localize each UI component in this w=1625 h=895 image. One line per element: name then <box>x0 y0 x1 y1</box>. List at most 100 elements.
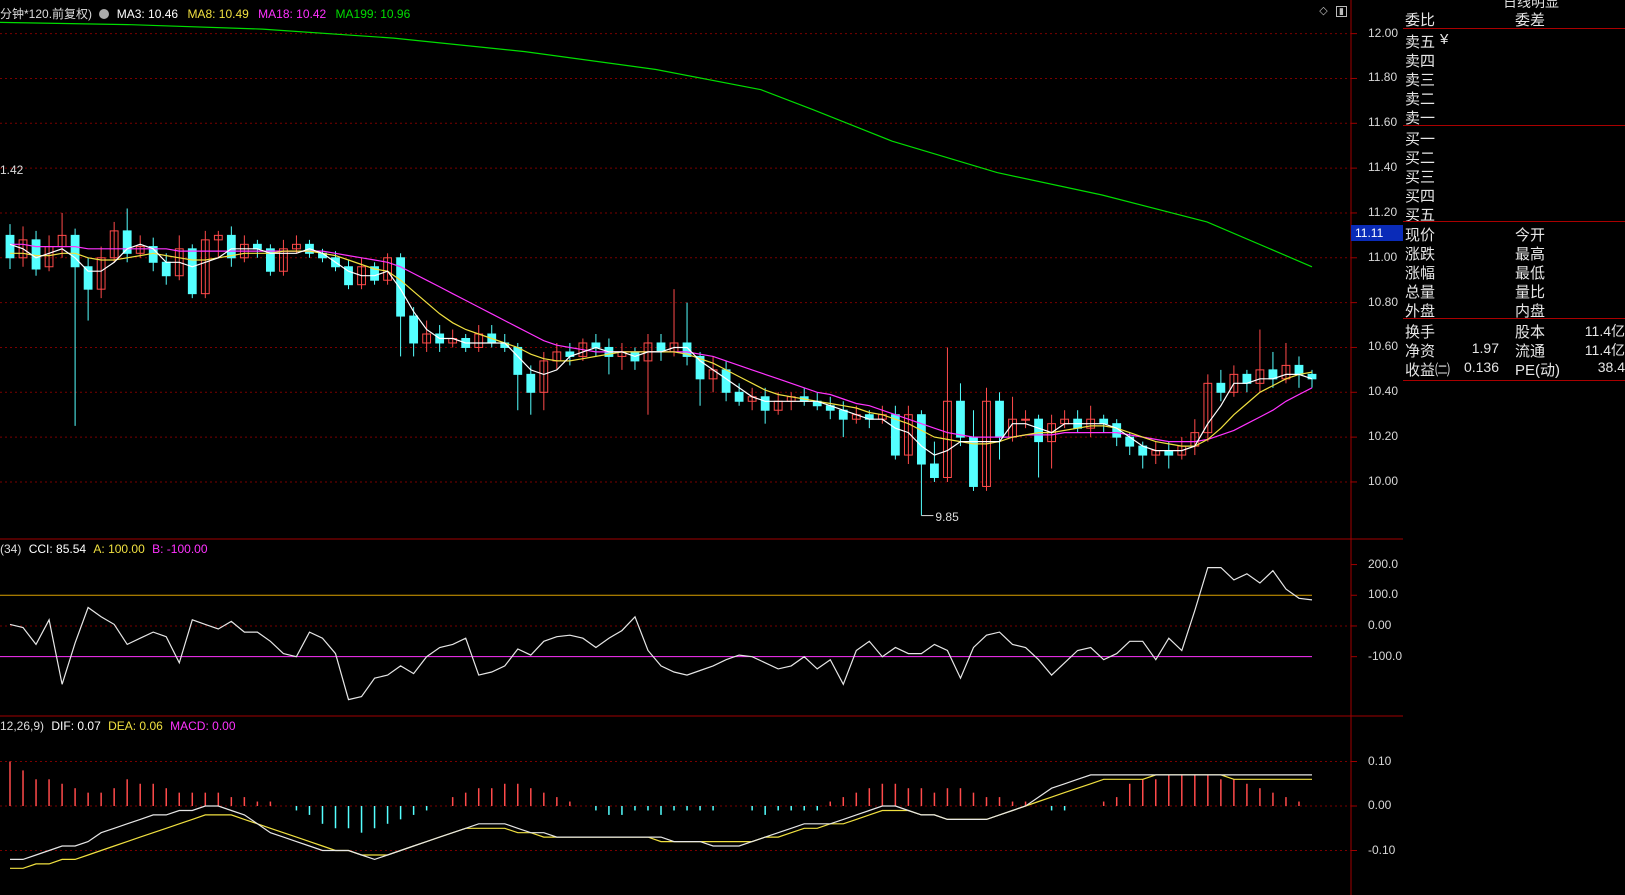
candle-body <box>1034 418 1043 443</box>
fin-label: 净资 <box>1405 343 1436 360</box>
candle-body <box>513 346 523 375</box>
high-annotation: 1.42 <box>0 163 24 177</box>
dea-line <box>10 774 1312 869</box>
buy-level-2: 买二 <box>1405 150 1436 167</box>
cci-period: (34) <box>0 542 22 556</box>
fin-value: 11.4亿 <box>1584 323 1625 339</box>
candle-body <box>526 373 536 393</box>
candle-body <box>5 234 15 259</box>
price-legend: 分钟*120.前复权) MA3: 10.46 MA8: 10.49 MA18: … <box>0 5 410 22</box>
cci-line <box>9 566 1313 701</box>
quote-label: 量比 <box>1515 284 1546 301</box>
y-tick-label: 11.40 <box>1368 160 1398 175</box>
divider <box>1403 125 1625 126</box>
y-tick-label: 0.00 <box>1368 617 1392 632</box>
ma199-line <box>0 21 1313 268</box>
candle-body <box>930 463 939 478</box>
candle-body <box>122 230 132 254</box>
settings-dot-icon[interactable] <box>99 9 110 19</box>
divider <box>1403 28 1625 29</box>
ma3-legend: MA3: 10.46 <box>116 7 179 21</box>
ma18-legend: MA18: 10.42 <box>258 7 327 21</box>
cci-legend: (34) CCI: 85.54 A: 100.00 B: -100.00 <box>0 542 208 556</box>
fin-label: 股本 <box>1515 324 1546 341</box>
fin-label: 换手 <box>1405 324 1436 341</box>
candle-body <box>226 234 236 259</box>
candle-body <box>252 243 262 250</box>
candle-body <box>31 239 41 270</box>
quote-label: 现价 <box>1405 227 1436 244</box>
y-tick-label: 11.60 <box>1368 115 1398 130</box>
fin-value: 0.136 <box>1463 359 1499 375</box>
candle-body <box>995 400 1004 438</box>
divider <box>1403 380 1625 381</box>
macd-value: MACD: 0.00 <box>170 719 236 733</box>
ma199-legend: MA199: 10.96 <box>335 7 411 21</box>
candle-body <box>969 436 978 487</box>
cci-a: A: 100.00 <box>93 542 145 556</box>
y-tick-label: 11.00 <box>1368 249 1398 264</box>
candle-body <box>1216 382 1226 393</box>
candle-body <box>83 266 93 290</box>
candle-body <box>916 414 926 465</box>
candle-body <box>161 261 171 277</box>
sell-level-2: 卖二 <box>1405 91 1436 108</box>
dif-value: DIF: 0.07 <box>51 719 101 733</box>
candle-body <box>1164 450 1174 456</box>
ma8-legend: MA8: 10.49 <box>187 7 249 21</box>
fin-value: 1.97 <box>1471 340 1499 356</box>
quote-label: 涨幅 <box>1405 265 1436 282</box>
buy-level-3: 买三 <box>1405 169 1436 186</box>
candle-body <box>70 234 80 268</box>
period-label: 分钟*120.前复权) <box>0 7 93 21</box>
candle-body <box>734 391 744 402</box>
y-tick-label: -0.10 <box>1368 842 1396 857</box>
sell-level-5: 卖五 <box>1405 34 1436 51</box>
diamond-icon[interactable]: ◇ <box>1318 6 1329 17</box>
chart-canvas[interactable] <box>0 0 1403 895</box>
candle-body <box>1099 418 1109 425</box>
y-tick-label: 0.00 <box>1368 798 1392 812</box>
fin-value: 38.4 <box>1597 359 1625 375</box>
y-tick-label: 200.0 <box>1368 556 1399 571</box>
cci-b: B: -100.00 <box>152 542 208 556</box>
candle-body <box>409 315 419 344</box>
buy-level-4: 买四 <box>1405 188 1436 205</box>
dif-line <box>10 774 1312 861</box>
divider <box>1403 318 1625 319</box>
candle-body <box>1021 418 1030 421</box>
y-tick-label: 100.0 <box>1368 587 1399 602</box>
y-tick-label: 10.00 <box>1368 473 1399 488</box>
currency-marker: ¥ <box>1440 31 1449 48</box>
sell-level-4: 卖四 <box>1405 53 1436 70</box>
quote-label: 最低 <box>1515 265 1546 282</box>
low-annotation: 9.85 <box>935 509 959 524</box>
divider <box>1403 221 1625 222</box>
y-tick-label: 0.10 <box>1368 753 1392 768</box>
current-price-tag: 11.11 <box>1351 225 1403 242</box>
candle-body <box>1294 364 1304 375</box>
window-toggle-icon[interactable]: ▮ <box>1336 6 1347 17</box>
candle-body <box>187 248 197 295</box>
y-tick-label: 10.40 <box>1368 384 1399 399</box>
quote-label: 总量 <box>1405 284 1436 301</box>
macd-params: 12,26,9) <box>0 719 45 733</box>
quote-label: 最高 <box>1515 246 1546 263</box>
y-tick-label: 10.60 <box>1368 339 1399 354</box>
y-tick-label: 10.80 <box>1368 294 1399 309</box>
dea-value: DEA: 0.06 <box>108 719 163 733</box>
cci-value: CCI: 85.54 <box>28 542 87 556</box>
sell-level-3: 卖三 <box>1405 72 1436 89</box>
y-tick-label: -100.0 <box>1368 648 1403 663</box>
fin-label: 收益㈡ <box>1405 362 1451 379</box>
y-tick-label: 12.00 <box>1368 25 1399 40</box>
fin-label: PE(动) <box>1515 362 1561 379</box>
quote-label: 涨跌 <box>1405 246 1436 263</box>
candle-body <box>591 342 601 348</box>
candle-body <box>956 400 965 438</box>
y-tick-label: 10.20 <box>1368 429 1399 444</box>
quote-label: 今开 <box>1515 227 1546 244</box>
weibi-label: 委比 <box>1405 12 1436 29</box>
buy-level-1: 买一 <box>1405 131 1436 148</box>
fin-label: 流通 <box>1515 343 1546 360</box>
